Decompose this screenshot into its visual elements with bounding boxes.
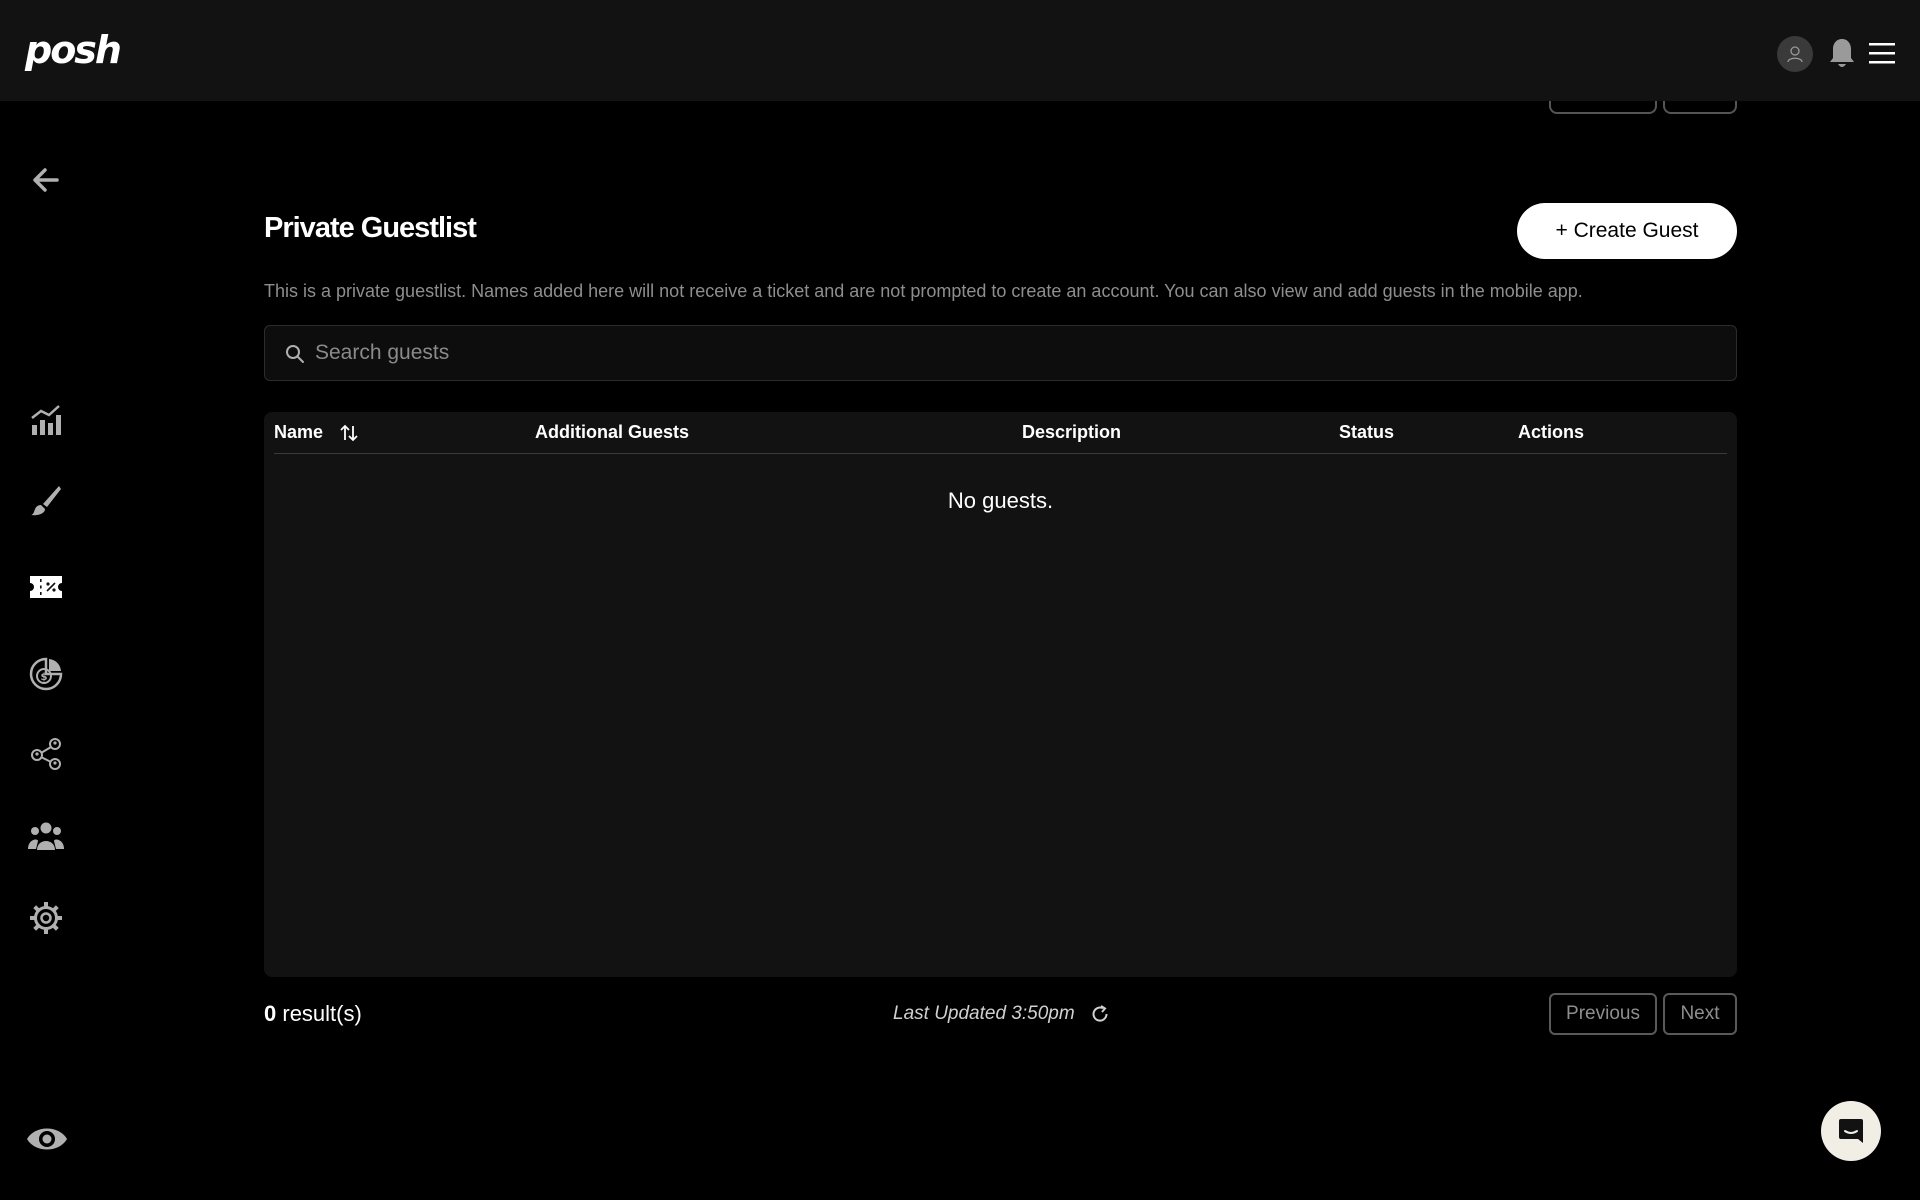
search-bar[interactable] xyxy=(264,325,1737,381)
previous-button[interactable]: Previous xyxy=(1549,993,1657,1035)
create-guest-button[interactable]: + Create Guest xyxy=(1517,203,1737,259)
table-header: Name Additional Guests Description Statu… xyxy=(274,422,1727,454)
sidebar-item-network[interactable] xyxy=(28,736,64,772)
results-suffix: result(s) xyxy=(282,1001,362,1026)
sidebar-item-analytics[interactable] xyxy=(28,402,64,438)
empty-state: No guests. xyxy=(947,488,1054,513)
dollar-pie-icon: $ xyxy=(29,657,63,691)
sidebar-item-tickets[interactable] xyxy=(28,569,64,605)
guestlist-description: This is a private guestlist. Names added… xyxy=(264,281,1583,301)
column-description: Description xyxy=(1022,422,1122,442)
column-actions: Actions xyxy=(1518,422,1585,442)
refresh-icon[interactable] xyxy=(1090,1004,1110,1024)
posh-logo[interactable]: posh xyxy=(25,28,122,72)
user-icon xyxy=(1787,46,1803,63)
sidebar-item-team[interactable] xyxy=(28,818,64,854)
results-count: 0 result(s) xyxy=(264,1001,362,1027)
sort-icon[interactable] xyxy=(340,424,358,442)
last-updated: Last Updated 3:50pm xyxy=(893,1003,1075,1024)
arrow-left-icon xyxy=(33,168,59,192)
hamburger-icon[interactable] xyxy=(1868,40,1896,66)
eye-icon[interactable] xyxy=(26,1124,68,1154)
sidebar-item-settings[interactable] xyxy=(28,900,64,936)
results-number: 0 xyxy=(264,1001,277,1026)
group-icon xyxy=(28,822,64,850)
people-network-icon xyxy=(31,738,61,770)
chat-launcher[interactable] xyxy=(1821,1101,1881,1161)
sidebar-item-design[interactable] xyxy=(28,482,64,518)
bell-icon[interactable] xyxy=(1828,37,1856,71)
next-button[interactable]: Next xyxy=(1663,993,1737,1035)
search-input[interactable] xyxy=(315,326,1715,380)
page-title: Private Guestlist xyxy=(264,212,477,244)
search-icon xyxy=(286,345,304,363)
chat-icon xyxy=(1839,1119,1863,1143)
sidebar-item-finance[interactable]: $ xyxy=(28,656,64,692)
column-additional-guests: Additional Guests xyxy=(535,422,690,442)
back-button[interactable] xyxy=(28,162,64,198)
ticket-icon xyxy=(30,576,62,598)
user-avatar[interactable] xyxy=(1777,36,1813,72)
top-bar: posh xyxy=(0,0,1920,101)
paintbrush-icon xyxy=(31,486,61,516)
bar-chart-icon xyxy=(31,405,61,435)
svg-text:$: $ xyxy=(41,672,48,683)
column-name[interactable]: Name xyxy=(274,422,323,443)
guest-table: Name Additional Guests Description Statu… xyxy=(264,412,1737,977)
gear-icon xyxy=(30,902,62,934)
column-status: Status xyxy=(1339,422,1395,442)
